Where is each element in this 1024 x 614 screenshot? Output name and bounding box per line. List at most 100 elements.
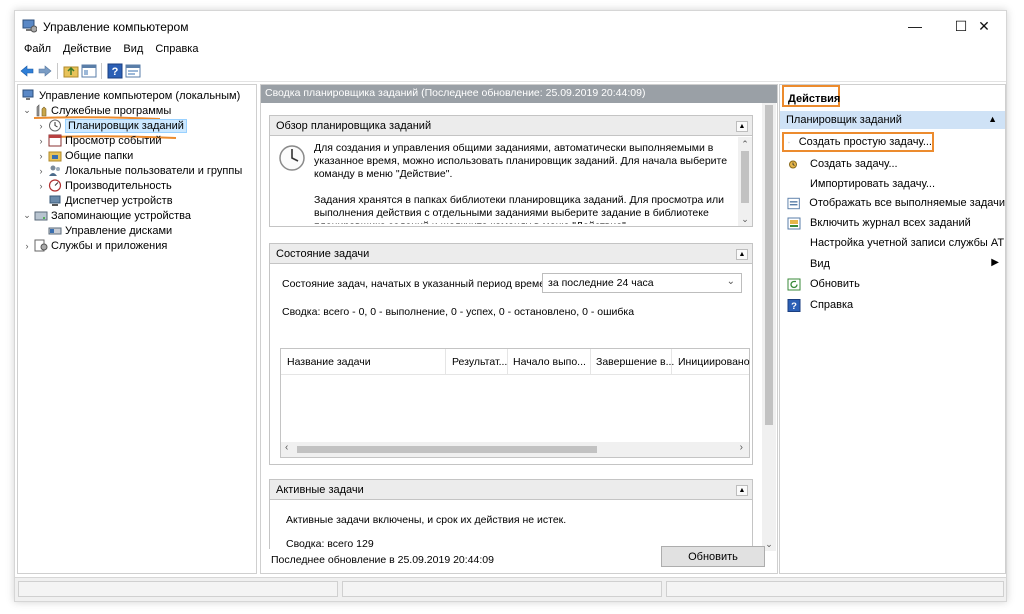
task-status-section: Состояние задачи ▲ Состояние задач, нача… [269, 243, 753, 465]
overview-paragraph: Задания хранятся в папках библиотеки пла… [314, 194, 725, 224]
action-label: Импортировать задачу... [810, 178, 936, 190]
refresh-action[interactable]: Обновить [780, 274, 1005, 294]
expand-chevron-icon[interactable]: ⌄ [22, 105, 32, 116]
event-viewer-icon [48, 134, 62, 147]
computer-management-icon [22, 19, 37, 33]
help-action[interactable]: ? Справка [780, 295, 1005, 315]
forward-arrow-icon[interactable] [37, 63, 53, 79]
back-arrow-icon[interactable] [19, 63, 35, 79]
column-header-initiated[interactable]: Инициировано [678, 356, 750, 368]
show-hide-tree-icon[interactable] [81, 63, 97, 79]
shared-folder-icon [48, 151, 62, 162]
scroll-left-icon[interactable]: ‹ [285, 442, 288, 453]
overview-section: Обзор планировщика заданий ▲ Для создани… [269, 115, 753, 227]
tree-item-storage[interactable]: ⌄ Запоминающие устройства [22, 208, 191, 223]
scroll-down-icon[interactable]: ⌄ [738, 212, 752, 226]
expand-chevron-icon[interactable]: › [22, 241, 32, 251]
help-icon: ? [787, 298, 801, 312]
tree-item-label: Производительность [65, 179, 172, 192]
tree-item-label: Планировщик заданий [65, 118, 187, 133]
column-header-start[interactable]: Начало выпо... [513, 356, 586, 368]
at-service-account-action[interactable]: Настройка учетной записи службы AT [780, 233, 1005, 253]
active-tasks-section-header[interactable]: Активные задачи ▲ [270, 480, 752, 500]
expand-chevron-icon[interactable]: › [36, 136, 46, 146]
expand-chevron-icon[interactable]: › [36, 181, 46, 191]
expand-chevron-icon[interactable]: ⌄ [22, 210, 32, 221]
column-header-result[interactable]: Результат... [452, 356, 507, 368]
status-bar [15, 577, 1006, 601]
actions-group-title: Планировщик заданий [786, 114, 902, 126]
action-label: Создать задачу... [810, 158, 898, 170]
create-basic-task-action[interactable]: Создать простую задачу... [782, 132, 934, 152]
column-header-task-name[interactable]: Название задачи [287, 356, 371, 368]
help-icon[interactable]: ? [107, 63, 123, 79]
task-status-summary: Сводка: всего - 0, 0 - выполнение, 0 - у… [282, 306, 635, 318]
tree-item-disk-management[interactable]: Управление дисками [36, 223, 172, 238]
actions-group-header[interactable]: Планировщик заданий ▲ [780, 111, 1005, 129]
action-label: Вид [810, 258, 830, 270]
title-bar: Управление компьютером — ☐ ✕ [15, 11, 1006, 41]
scroll-thumb[interactable] [765, 105, 773, 425]
collapse-arrow-icon[interactable]: ▲ [736, 485, 748, 496]
period-select[interactable]: за последние 24 часа ⌄ [542, 273, 742, 293]
menu-view[interactable]: Вид [117, 41, 149, 57]
scroll-thumb[interactable] [297, 446, 597, 453]
tree-root[interactable]: Управление компьютером (локальным) [22, 88, 240, 103]
table-horizontal-scrollbar[interactable]: ‹ › [281, 442, 749, 457]
expand-chevron-icon[interactable]: › [36, 121, 46, 131]
overview-section-header[interactable]: Обзор планировщика заданий ▲ [270, 116, 752, 136]
task-scheduler-summary-pane: Сводка планировщика заданий (Последнее о… [260, 84, 778, 574]
action-label: Отображать все выполняемые задачи [809, 197, 1005, 209]
refresh-button[interactable]: Обновить [661, 546, 765, 567]
view-submenu-action[interactable]: Вид ▶ [780, 254, 1005, 274]
active-tasks-text: Активные задачи включены, и срок их дейс… [286, 514, 567, 526]
menu-help[interactable]: Справка [149, 41, 204, 57]
navigation-tree: Управление компьютером (локальным) ⌄ Слу… [17, 84, 257, 574]
up-folder-icon[interactable] [63, 63, 79, 79]
create-task-action[interactable]: Создать задачу... [780, 154, 1005, 174]
expand-chevron-icon[interactable]: › [36, 166, 46, 176]
status-bar-cell [666, 581, 1004, 597]
tree-item-services-apps[interactable]: › Службы и приложения [22, 238, 167, 253]
scroll-up-icon[interactable]: ⌃ [738, 137, 752, 151]
clock-icon [49, 119, 61, 132]
scroll-right-icon[interactable]: › [740, 442, 743, 453]
expand-chevron-icon[interactable]: › [36, 151, 46, 161]
menu-file[interactable]: Файл [15, 41, 57, 57]
scroll-thumb[interactable] [741, 151, 749, 203]
svg-text:?: ? [112, 66, 119, 78]
close-icon: ✕ [978, 17, 990, 34]
last-updated-text: Последнее обновление в 25.09.2019 20:44:… [271, 554, 494, 566]
properties-icon[interactable] [125, 63, 141, 79]
show-running-tasks-action[interactable]: Отображать все выполняемые задачи [780, 193, 1005, 213]
action-label: Обновить [810, 278, 860, 290]
svg-text:?: ? [791, 301, 797, 312]
tree-item-local-users[interactable]: › Локальные пользователи и группы [36, 163, 243, 178]
computer-management-window: Управление компьютером — ☐ ✕ Файл Действи… [14, 10, 1007, 602]
create-basic-task-icon [788, 141, 790, 143]
minimize-button[interactable]: — [892, 11, 938, 41]
tree-item-event-viewer[interactable]: › Просмотр событий [36, 133, 162, 148]
close-button[interactable]: ✕ [961, 11, 1007, 41]
running-tasks-icon [787, 197, 800, 209]
tree-item-performance[interactable]: › Производительность [36, 178, 172, 193]
actions-title: Действия [782, 85, 840, 107]
tree-item-task-scheduler[interactable]: › Планировщик заданий [36, 118, 187, 133]
collapse-arrow-icon[interactable]: ▲ [736, 249, 748, 260]
column-header-end[interactable]: Завершение в... [596, 356, 674, 368]
tree-item-shared-folders[interactable]: › Общие папки [36, 148, 133, 163]
import-task-action[interactable]: Импортировать задачу... [780, 174, 1005, 194]
enable-history-action[interactable]: Включить журнал всех заданий [780, 213, 1005, 233]
collapse-arrow-icon[interactable]: ▲ [988, 114, 997, 124]
services-icon [34, 239, 48, 252]
task-status-section-header[interactable]: Состояние задачи ▲ [270, 244, 752, 264]
overview-text: Для создания и управления общими задания… [314, 142, 732, 224]
collapse-arrow-icon[interactable]: ▲ [736, 121, 748, 132]
menu-action[interactable]: Действие [57, 41, 117, 57]
tree-item-device-manager[interactable]: Диспетчер устройств [36, 193, 173, 208]
overview-scrollbar[interactable]: ⌃ ⌄ [738, 137, 752, 226]
task-status-section-title: Состояние задачи [276, 248, 370, 260]
main-vertical-scrollbar[interactable]: ⌄ [762, 103, 776, 551]
window-title: Управление компьютером [43, 20, 189, 34]
toolbar: ? [15, 60, 1006, 82]
